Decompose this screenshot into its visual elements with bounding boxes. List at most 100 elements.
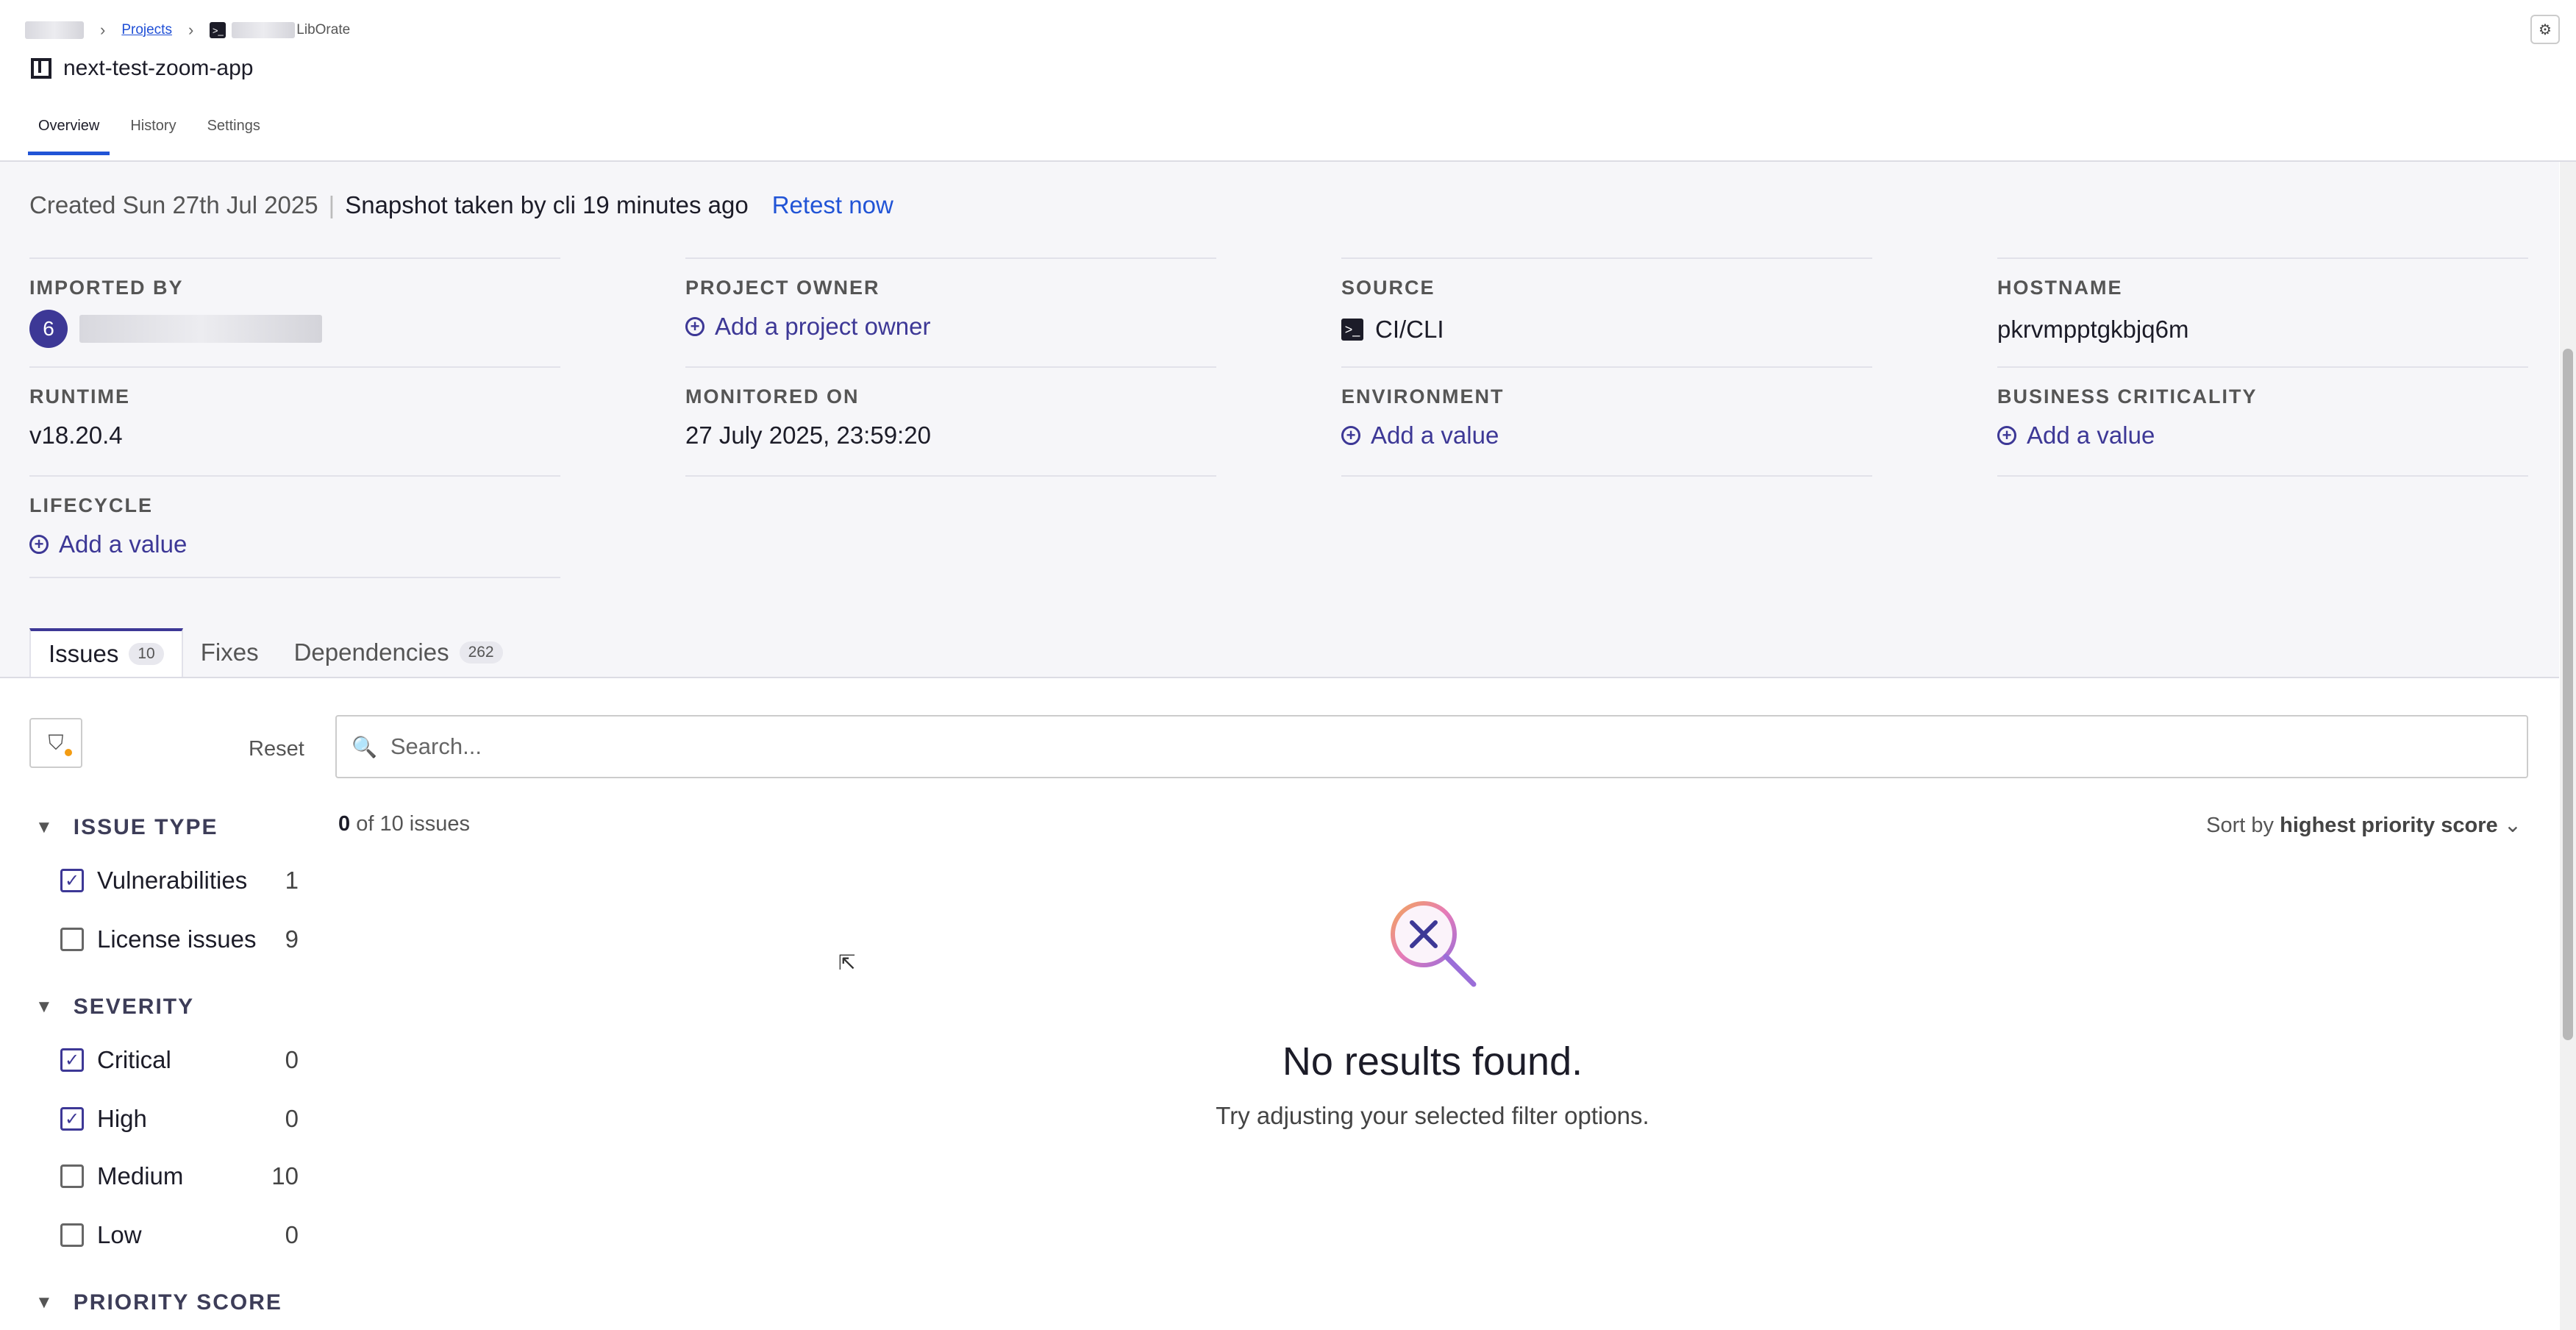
filter-option-medium[interactable]: Medium 10 <box>60 1162 299 1190</box>
field-label: LIFECYCLE <box>29 494 154 516</box>
terminal-icon: >_ <box>1341 319 1363 341</box>
field-lifecycle: LIFECYCLE + Add a value <box>29 475 560 578</box>
field-imported-by: IMPORTED BY 6 <box>29 257 560 348</box>
option-label: Low <box>97 1221 142 1248</box>
terminal-icon: >_ <box>210 22 226 38</box>
option-label: Vulnerabilities <box>97 867 248 894</box>
option-label: License issues <box>97 925 257 953</box>
option-count: 1 <box>285 867 299 894</box>
gear-icon: ⚙ <box>2538 21 2552 38</box>
divider <box>685 475 1216 477</box>
add-lifecycle-button[interactable]: + Add a value <box>29 530 187 558</box>
add-value-label: Add a value <box>1371 422 1499 449</box>
settings-button[interactable]: ⚙ <box>2530 15 2560 44</box>
reset-filters-button[interactable]: Reset <box>249 737 304 761</box>
results-shown: 0 <box>338 812 351 836</box>
filter-group-title: SEVERITY <box>73 995 195 1019</box>
checkbox-checked[interactable]: ✓ <box>60 869 84 892</box>
tab-history[interactable]: History <box>120 112 186 155</box>
empty-state-subtitle: Try adjusting your selected filter optio… <box>1216 1102 1649 1129</box>
project-name: next-test-zoom-app <box>63 56 254 80</box>
filter-option-license-issues[interactable]: License issues 9 <box>60 925 299 953</box>
checkbox-unchecked[interactable] <box>60 928 84 951</box>
scrollbar[interactable] <box>2560 162 2576 1330</box>
field-label: MONITORED ON <box>685 385 860 408</box>
no-results-magnifier-icon <box>1391 901 1477 987</box>
org-name-redacted[interactable] <box>25 21 84 39</box>
field-label: SOURCE <box>1341 277 1435 299</box>
tab-settings[interactable]: Settings <box>197 112 271 155</box>
chevron-down-icon: ▼ <box>35 817 54 837</box>
monitored-on-value: 27 July 2025, 23:59:20 <box>685 422 931 449</box>
empty-state-title: No results found. <box>1282 1039 1583 1084</box>
issue-tabs: Issues 10 Fixes Dependencies 262 <box>29 628 521 677</box>
avatar: 6 <box>29 310 68 348</box>
filter-group-severity[interactable]: ▼ SEVERITY <box>35 995 194 1020</box>
tab-dependencies-label: Dependencies <box>293 639 449 666</box>
search-input[interactable]: 🔍 Search... <box>335 715 2528 778</box>
field-label: PROJECT OWNER <box>685 277 880 299</box>
plus-circle-icon: + <box>29 535 49 554</box>
checkbox-unchecked[interactable] <box>60 1164 84 1188</box>
chevron-down-icon: ▼ <box>35 997 54 1017</box>
page-header: › Projects › >_ LibOrate next-test-zoom-… <box>0 0 2576 162</box>
search-placeholder: Search... <box>390 733 482 759</box>
snapshot-info: Snapshot taken by cli 19 minutes ago <box>345 191 749 218</box>
chevron-down-icon: ▼ <box>35 1292 54 1312</box>
tab-divider <box>0 677 2559 678</box>
source-value: CI/CLI <box>1375 316 1444 343</box>
sort-value: highest priority score <box>2280 814 2498 837</box>
option-count: 9 <box>285 925 299 953</box>
tab-issues-label: Issues <box>49 640 119 667</box>
divider <box>1997 475 2528 477</box>
project-title: next-test-zoom-app <box>31 56 253 81</box>
chevron-down-icon: ⌄ <box>2503 814 2522 837</box>
field-label: ENVIRONMENT <box>1341 385 1505 408</box>
created-date: Created Sun 27th Jul 2025 <box>29 191 318 218</box>
project-meta: Created Sun 27th Jul 2025 | Snapshot tak… <box>29 191 893 219</box>
top-tabs: Overview History Settings <box>28 112 281 155</box>
filter-option-vulnerabilities[interactable]: ✓ Vulnerabilities 1 <box>60 867 299 895</box>
breadcrumb-project: LibOrate <box>296 22 351 38</box>
chevron-right-icon: › <box>188 21 194 39</box>
tab-fixes-label: Fixes <box>200 639 259 666</box>
retest-now-link[interactable]: Retest now <box>772 191 893 219</box>
chevron-right-icon: › <box>100 21 106 39</box>
filter-icon: ⛉ <box>48 730 64 754</box>
scrollbar-thumb[interactable] <box>2563 349 2573 1040</box>
add-project-owner-button[interactable]: + Add a project owner <box>685 313 931 341</box>
field-runtime: RUNTIME v18.20.4 <box>29 366 560 449</box>
add-owner-label: Add a project owner <box>715 313 931 340</box>
sort-prefix: Sort by <box>2206 814 2274 837</box>
checkbox-unchecked[interactable] <box>60 1223 84 1247</box>
mouse-cursor-icon: ⇱ <box>838 951 856 974</box>
org-prefix-redacted <box>232 22 296 38</box>
filter-group-priority-score[interactable]: ▼ PRIORITY SCORE <box>35 1290 282 1315</box>
tab-fixes[interactable]: Fixes <box>183 628 276 677</box>
results-count: 0 of 10 issues <box>338 812 470 836</box>
add-value-label: Add a value <box>59 530 188 558</box>
plus-circle-icon: + <box>1341 426 1360 445</box>
issues-count-badge: 10 <box>129 643 164 665</box>
filter-option-low[interactable]: Low 0 <box>60 1221 299 1249</box>
tab-issues[interactable]: Issues 10 <box>29 628 183 677</box>
breadcrumb-projects-link[interactable]: Projects <box>121 22 172 38</box>
user-name-redacted <box>79 315 322 343</box>
field-monitored-on: MONITORED ON 27 July 2025, 23:59:20 <box>685 366 1216 449</box>
field-label: IMPORTED BY <box>29 277 184 299</box>
filter-toggle-button[interactable]: ⛉ <box>29 718 82 768</box>
tab-overview[interactable]: Overview <box>28 112 110 155</box>
sort-dropdown[interactable]: Sort by highest priority score ⌄ <box>2206 812 2522 838</box>
add-environment-button[interactable]: + Add a value <box>1341 422 1499 449</box>
tab-dependencies[interactable]: Dependencies 262 <box>276 628 521 677</box>
option-label: Medium <box>97 1162 184 1189</box>
add-business-criticality-button[interactable]: + Add a value <box>1997 422 2155 449</box>
field-label: RUNTIME <box>29 385 130 408</box>
active-filter-indicator <box>65 749 72 756</box>
filter-group-issue-type[interactable]: ▼ ISSUE TYPE <box>35 815 218 840</box>
field-hostname: HOSTNAME pkrvmpptgkbjq6m <box>1997 257 2528 344</box>
field-project-owner: PROJECT OWNER + Add a project owner <box>685 257 1216 341</box>
field-source: SOURCE >_ CI/CLI <box>1341 257 1872 344</box>
field-business-criticality: BUSINESS CRITICALITY + Add a value <box>1997 366 2528 449</box>
field-label: HOSTNAME <box>1997 277 2123 299</box>
